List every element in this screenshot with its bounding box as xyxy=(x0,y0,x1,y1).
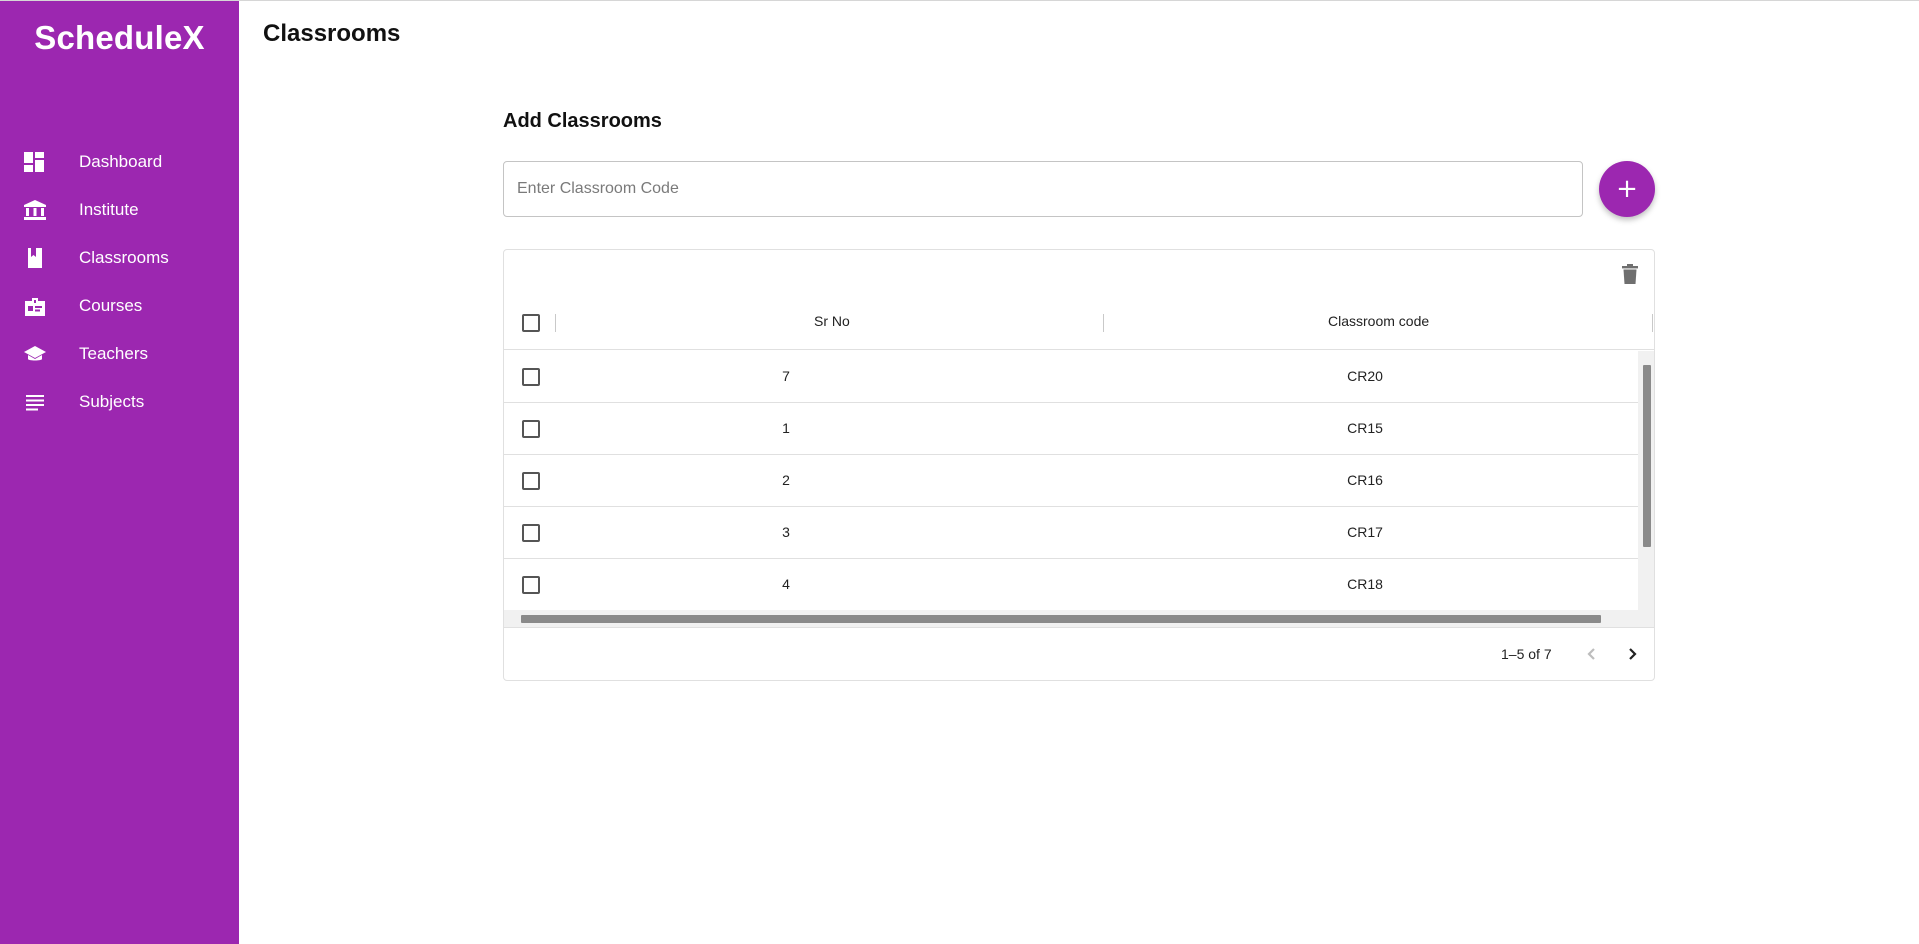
table-row[interactable]: 1 CR15 xyxy=(504,403,1638,455)
cell-classroom-code: CR17 xyxy=(1347,524,1383,540)
school-cap-icon xyxy=(24,344,46,364)
book-icon xyxy=(24,248,46,268)
institution-icon xyxy=(24,200,46,220)
sidebar-item-label: Classrooms xyxy=(79,248,169,267)
sidebar-nav: Dashboard Institute Classrooms Courses T… xyxy=(0,138,239,426)
dashboard-icon xyxy=(24,152,46,172)
previous-page-button[interactable] xyxy=(1581,643,1603,665)
pagination-range: 1–5 of 7 xyxy=(1501,646,1552,662)
classroom-code-input[interactable] xyxy=(503,161,1583,217)
column-separator[interactable] xyxy=(1103,314,1104,332)
chevron-left-icon xyxy=(1587,648,1595,660)
sidebar-item-courses[interactable]: Courses xyxy=(0,282,239,330)
table-footer: 1–5 of 7 xyxy=(504,627,1654,680)
badge-icon xyxy=(24,296,46,316)
app-root: ScheduleX Dashboard Institute Classrooms xyxy=(0,0,1919,944)
add-classroom-button[interactable]: + xyxy=(1599,161,1655,217)
row-checkbox[interactable] xyxy=(522,368,540,386)
select-all-checkbox[interactable] xyxy=(522,314,540,332)
cell-sr-no: 3 xyxy=(782,524,790,540)
next-page-button[interactable] xyxy=(1621,643,1643,665)
sidebar: ScheduleX Dashboard Institute Classrooms xyxy=(0,1,239,944)
cell-classroom-code: CR20 xyxy=(1347,368,1383,384)
cell-classroom-code: CR16 xyxy=(1347,472,1383,488)
cell-sr-no: 1 xyxy=(782,420,790,436)
sidebar-item-label: Institute xyxy=(79,200,139,219)
page-title: Classrooms xyxy=(263,20,401,47)
cell-sr-no: 4 xyxy=(782,576,790,592)
classrooms-table: Sr No Classroom code 7 CR20 1 CR15 2 CR1… xyxy=(503,249,1655,681)
sidebar-item-label: Teachers xyxy=(79,344,148,363)
vertical-scroll-thumb[interactable] xyxy=(1643,365,1651,547)
subject-lines-icon xyxy=(24,392,46,412)
cell-sr-no: 7 xyxy=(782,368,790,384)
sidebar-item-classrooms[interactable]: Classrooms xyxy=(0,234,239,282)
column-header-classroom-code[interactable]: Classroom code xyxy=(1328,313,1429,329)
sidebar-item-dashboard[interactable]: Dashboard xyxy=(0,138,239,186)
section-title: Add Classrooms xyxy=(503,110,662,132)
column-separator[interactable] xyxy=(555,314,556,332)
row-checkbox[interactable] xyxy=(522,576,540,594)
cell-sr-no: 2 xyxy=(782,472,790,488)
horizontal-scrollbar[interactable] xyxy=(504,610,1654,627)
column-header-sr-no[interactable]: Sr No xyxy=(814,313,850,329)
sidebar-item-label: Dashboard xyxy=(79,152,163,171)
table-row[interactable]: 2 CR16 xyxy=(504,455,1638,507)
cell-classroom-code: CR18 xyxy=(1347,576,1383,592)
table-header: Sr No Classroom code xyxy=(504,298,1654,350)
vertical-scrollbar[interactable] xyxy=(1638,351,1654,611)
sidebar-item-institute[interactable]: Institute xyxy=(0,186,239,234)
row-checkbox[interactable] xyxy=(522,420,540,438)
cell-classroom-code: CR15 xyxy=(1347,420,1383,436)
horizontal-scroll-thumb[interactable] xyxy=(521,615,1601,623)
brand-logo[interactable]: ScheduleX xyxy=(0,19,239,57)
sidebar-item-teachers[interactable]: Teachers xyxy=(0,330,239,378)
table-row[interactable]: 3 CR17 xyxy=(504,507,1638,559)
row-checkbox[interactable] xyxy=(522,524,540,542)
chevron-right-icon xyxy=(1629,648,1637,660)
sidebar-item-label: Courses xyxy=(79,296,143,315)
trash-icon[interactable] xyxy=(1622,264,1638,284)
table-body: 7 CR20 1 CR15 2 CR16 3 CR17 4 CR18 xyxy=(504,351,1638,611)
sidebar-item-subjects[interactable]: Subjects xyxy=(0,378,239,426)
column-separator[interactable] xyxy=(1652,314,1653,332)
table-row[interactable]: 4 CR18 xyxy=(504,559,1638,611)
table-row[interactable]: 7 CR20 xyxy=(504,351,1638,403)
row-checkbox[interactable] xyxy=(522,472,540,490)
sidebar-item-label: Subjects xyxy=(79,392,145,411)
